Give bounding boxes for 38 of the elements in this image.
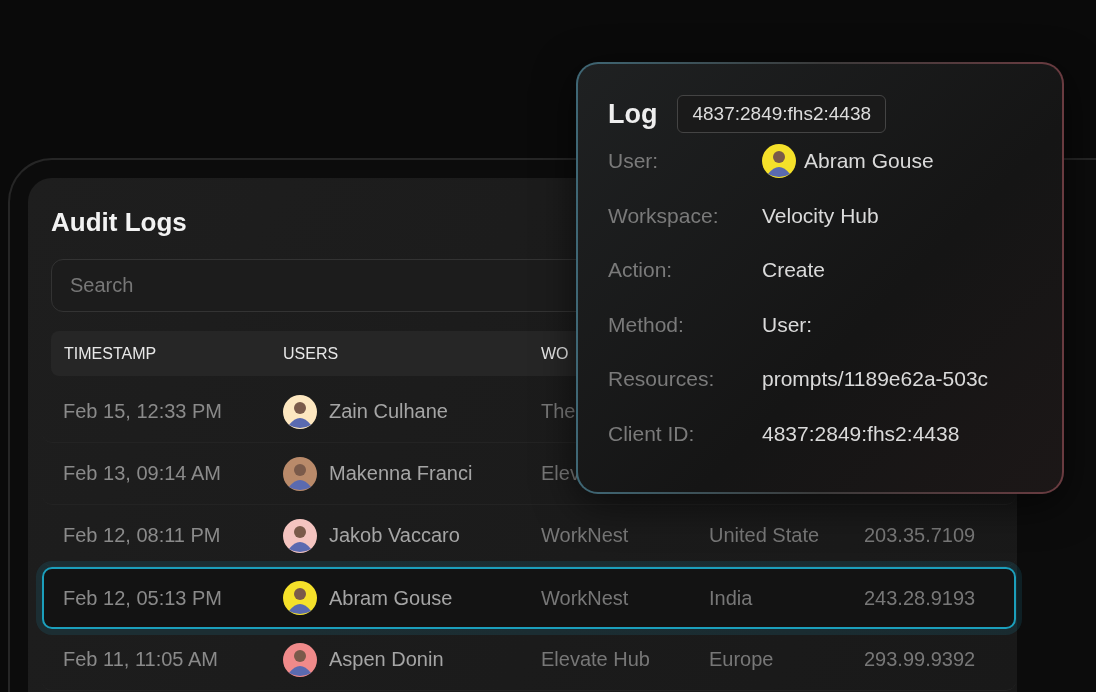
panel-title: Audit Logs (51, 206, 187, 238)
field-label: Workspace: (608, 203, 720, 228)
table-cell-text: The (541, 400, 577, 423)
user-name: Zain Culhane (329, 400, 448, 423)
table-row[interactable]: Feb 12, 05:13 PM Abram Gouse WorkNest India 243.28.9193 (42, 567, 1016, 629)
table-cell-text: Feb 12, 08:11 PM (63, 524, 222, 547)
column-header: USERS (283, 344, 340, 363)
user-name: Abram Gouse (804, 149, 934, 174)
table-row[interactable]: Feb 11, 11:05 AM Aspen Donin Elevate Hub Europe 293.99.9392 (42, 629, 1016, 691)
column-header: TIMESTAMP (64, 344, 158, 363)
table-cell-text: India (709, 586, 754, 610)
field-label: User: (608, 149, 660, 174)
table-cell-text: WorkNest (541, 586, 630, 610)
table-cell-text: Europe (709, 648, 775, 671)
field-value: 4837:2849:fhs2:4438 (762, 421, 960, 446)
table-cell-text: 243.28.9193 (864, 586, 977, 610)
log-id-tag: 4837:2849:fhs2:4438 (677, 95, 887, 133)
column-header: WO (541, 344, 569, 363)
card-title: Log (608, 98, 658, 130)
user-name: Abram Gouse (329, 586, 453, 610)
table-cell-text: WorkNest (541, 524, 630, 547)
table-cell-text: Elevate Hub (541, 648, 651, 671)
field-value: Velocity Hub (762, 203, 879, 228)
field-value: Create (762, 258, 826, 283)
table-cell-text: Feb 13, 09:14 AM (63, 462, 222, 485)
field-label: Method: (608, 312, 685, 337)
table-cell-text: United State (709, 524, 821, 547)
table-cell-text: Feb 15, 12:33 PM (63, 400, 223, 423)
user-name: Aspen Donin (329, 648, 444, 671)
field-label: Action: (608, 258, 674, 283)
field-label: Client ID: (608, 421, 696, 446)
field-value: User: (762, 312, 813, 337)
user-name: Jakob Vaccaro (329, 524, 460, 547)
table-cell-text: Feb 12, 05:13 PM (63, 586, 223, 610)
table-cell-text: 203.35.7109 (864, 524, 977, 547)
user-name: Makenna Franci (329, 462, 473, 485)
table-cell-text: 293.99.9392 (864, 648, 977, 671)
table-cell-text: Feb 11, 11:05 AM (63, 648, 219, 671)
